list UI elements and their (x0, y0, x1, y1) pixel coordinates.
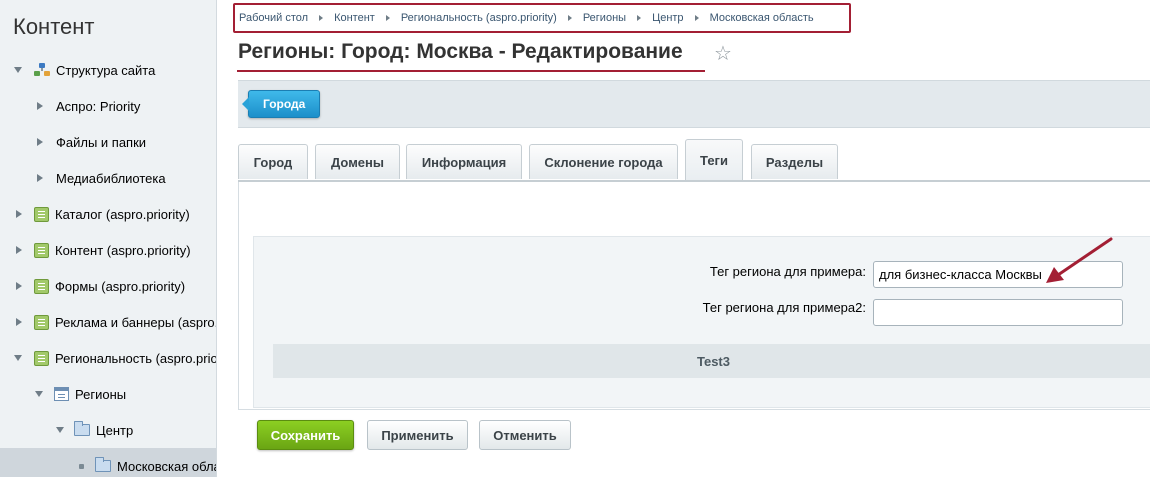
sidebar-item-regionality[interactable]: Региональность (aspro.priority) (0, 340, 217, 376)
collapsed-arrow-icon[interactable] (37, 174, 43, 182)
tab-domains[interactable]: Домены (315, 144, 400, 179)
form-panel: Тег региона для примера: Тег региона для… (238, 182, 1150, 410)
sidebar-item-catalog[interactable]: Каталог (aspro.priority) (0, 196, 216, 232)
chevron-right-icon (694, 15, 699, 21)
sidebar-item-label: Аспро: Priority (56, 98, 141, 114)
iblock-icon (34, 350, 49, 366)
tag-example2-label: Тег региона для примера2: (702, 300, 866, 315)
tab-city[interactable]: Город (238, 144, 308, 179)
sidebar-item-center[interactable]: Центр (0, 412, 216, 448)
breadcrumb-item[interactable]: Рабочий стол (239, 12, 308, 24)
sidebar-item-label: Центр (96, 422, 134, 438)
collapsed-arrow-icon[interactable] (16, 210, 22, 218)
toolbar: Города (238, 80, 1150, 128)
breadcrumb: Рабочий стол Контент Региональность (asp… (233, 3, 851, 33)
iblock-icon (34, 278, 49, 294)
annotation-arrow-icon (1046, 237, 1113, 283)
expand-arrow-icon[interactable] (14, 355, 22, 361)
sidebar-item-forms[interactable]: Формы (aspro.priority) (0, 268, 216, 304)
chevron-right-icon (637, 15, 642, 21)
main-content: Рабочий стол Контент Региональность (asp… (218, 0, 1150, 477)
sidebar-item-ads-banners[interactable]: Реклама и баннеры (aspro.priority) (0, 304, 216, 340)
breadcrumb-item[interactable]: Центр (652, 12, 684, 24)
expand-arrow-icon[interactable] (35, 391, 43, 397)
sidebar-item-label: Структура сайта (56, 62, 156, 78)
folder-icon (74, 421, 90, 436)
sidebar-item-files-folders[interactable]: Файлы и папки (0, 124, 216, 160)
sidebar-item-label: Реклама и баннеры (aspro.priority) (55, 314, 216, 330)
sidebar-item-moscow-region[interactable]: Московская область (0, 448, 216, 477)
sidebar-item-label: Медиабиблиотека (56, 170, 166, 186)
collapsed-arrow-icon[interactable] (16, 318, 22, 326)
page-title: Регионы: Город: Москва - Редактирование (238, 40, 683, 63)
sidebar-item-label: Контент (aspro.priority) (55, 242, 191, 258)
star-icon[interactable]: ☆ (714, 41, 732, 66)
apply-button[interactable]: Применить (367, 420, 468, 450)
sidebar-title: Контент (13, 14, 95, 39)
bullet-icon (79, 463, 84, 469)
breadcrumb-item[interactable]: Московская область (710, 12, 814, 24)
tag-example2-input[interactable] (873, 299, 1123, 326)
iblock-icon (34, 206, 49, 222)
cancel-button[interactable]: Отменить (479, 420, 571, 450)
sidebar-item-regions[interactable]: Регионы (0, 376, 216, 412)
collapsed-arrow-icon[interactable] (37, 138, 43, 146)
chevron-right-icon (319, 15, 324, 21)
chevron-right-icon (385, 15, 390, 21)
collapsed-arrow-icon[interactable] (16, 282, 22, 290)
tab-tags[interactable]: Теги (685, 139, 743, 180)
save-button[interactable]: Сохранить (257, 420, 354, 450)
sidebar-item-label: Формы (aspro.priority) (55, 278, 186, 294)
sidebar-item-label: Файлы и папки (56, 134, 147, 150)
sidebar-item-label: Московская область (117, 458, 216, 474)
title-highlight-underline (237, 70, 705, 72)
sidebar-item-site-structure[interactable]: Структура сайта (0, 52, 216, 88)
list-icon (54, 387, 69, 401)
folder-icon (95, 457, 111, 472)
sidebar-item-content[interactable]: Контент (aspro.priority) (0, 232, 216, 268)
chevron-right-icon (567, 15, 572, 21)
sidebar-item-label: Каталог (aspro.priority) (55, 206, 190, 222)
breadcrumb-item[interactable]: Контент (334, 12, 375, 24)
sidebar: Контент Структура сайта Аспро: Priority … (0, 0, 217, 477)
tab-city-declension[interactable]: Склонение города (529, 144, 678, 179)
breadcrumb-item[interactable]: Регионы (583, 12, 626, 24)
sidebar-item-label: Регионы (75, 386, 127, 402)
sidebar-item-aspro-priority[interactable]: Аспро: Priority (0, 88, 216, 124)
collapsed-arrow-icon[interactable] (16, 246, 22, 254)
sidebar-item-media-library[interactable]: Медиабиблиотека (0, 160, 216, 196)
section-heading-row: Test3 (273, 344, 1150, 378)
iblock-icon (34, 314, 49, 330)
tab-sections[interactable]: Разделы (751, 144, 838, 179)
cities-back-button[interactable]: Города (241, 90, 321, 118)
expand-arrow-icon[interactable] (14, 67, 22, 73)
breadcrumb-item[interactable]: Региональность (aspro.priority) (401, 12, 557, 24)
tags-form-section: Тег региона для примера: Тег региона для… (253, 236, 1150, 408)
sidebar-item-label: Региональность (aspro.priority) (55, 350, 217, 366)
expand-arrow-icon[interactable] (56, 427, 64, 433)
collapsed-arrow-icon[interactable] (37, 102, 43, 110)
tag-example-label: Тег региона для примера: (709, 264, 866, 279)
tab-information[interactable]: Информация (406, 144, 522, 179)
iblock-icon (34, 242, 49, 258)
site-structure-icon (34, 63, 50, 77)
